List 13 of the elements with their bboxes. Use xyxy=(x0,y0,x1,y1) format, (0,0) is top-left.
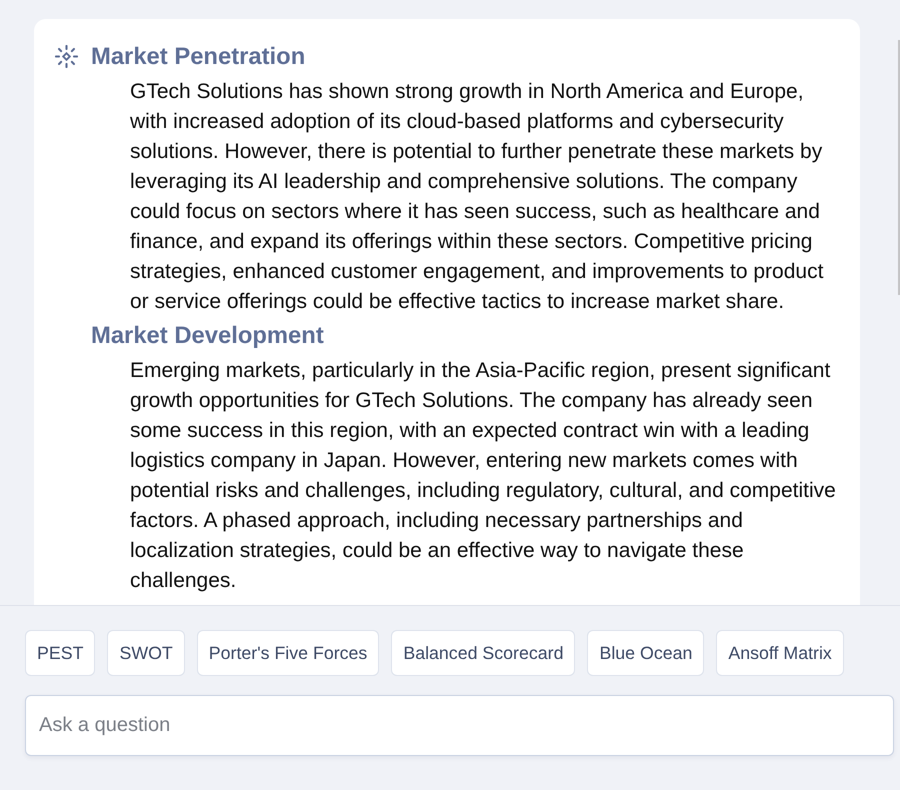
section-paragraph: Emerging markets, particularly in the Asia-Pacific region, present significant growth opportunities for GTech Solutions. The company has already seen some success in this region, with an expected contract win with a leading logistics company in Japan. However, entering new markets comes with potential risks and challenges, including regulatory, cultural, and competitive factors. A phased approach, including necessary partnerships and localization strategies, could be an effective way to navigate these challenges. xyxy=(130,358,837,594)
sparkle-icon xyxy=(55,45,78,68)
scrollbar-thumb[interactable] xyxy=(898,40,900,295)
suggestion-chip[interactable]: Balanced Scorecard xyxy=(391,630,576,676)
suggestion-chip[interactable]: PEST xyxy=(25,630,96,676)
section-paragraph: GTech Solutions has shown strong growth in North America and Europe, with increased adoption of its cloud-based platforms and cybersecurity solutions. However, there is potential to further penetrate these markets by leveraging its AI leadership and comprehensive solutions. The company could focus on sectors where it has seen success, such as healthcare and finance, and expand its offerings within these sectors. Competitive pricing strategies, enhanced customer engagement, and improvements to product or service offerings could be effective tactics to increase market share. xyxy=(130,79,824,315)
suggestion-chip[interactable]: Porter's Five Forces xyxy=(196,630,380,676)
question-input[interactable]: Ask a question xyxy=(25,695,894,756)
section-heading: Market Development xyxy=(91,321,324,351)
suggestion-chip[interactable]: Blue Ocean xyxy=(587,630,704,676)
suggestion-chip[interactable]: SWOT xyxy=(107,630,185,676)
section-heading: Market Penetration xyxy=(91,42,306,72)
suggestion-chip[interactable]: Ansoff Matrix xyxy=(716,630,844,676)
